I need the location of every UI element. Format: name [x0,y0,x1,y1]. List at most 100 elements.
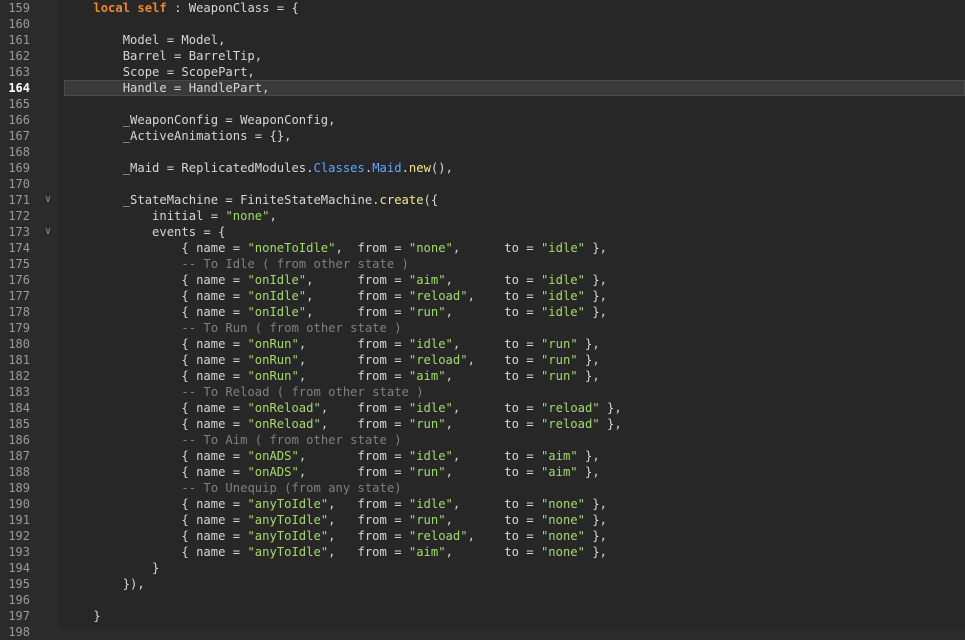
token-str: "anyToIdle" [247,497,329,511]
token: }, [585,497,608,511]
token-str: "aim" [540,449,578,463]
token: { name = [64,241,248,255]
code-line[interactable]: 189 -- To Unequip (from any state) [0,480,965,496]
fold-chevron-icon[interactable]: ∨ [42,192,54,208]
code-text: { name = "anyToIdle", from = "aim", to =… [64,544,607,560]
code-line[interactable]: 172 initial = "none", [0,208,965,224]
code-line[interactable]: 167 _ActiveAnimations = {}, [0,128,965,144]
token-str: "run" [540,369,578,383]
code-text: { name = "noneToIdle", from = "none", to… [64,240,607,256]
line-number: 163 [8,65,30,79]
code-line[interactable]: 171 ∨ _StateMachine = FiniteStateMachine.… [0,192,965,208]
code-text: { name = "onReload", from = "idle", to =… [64,400,621,416]
code-line[interactable]: 182 { name = "onRun", from = "aim", to =… [0,368,965,384]
token: { name = [64,353,248,367]
code-line[interactable]: 184 { name = "onReload", from = "idle", … [0,400,965,416]
token: _StateMachine = FiniteStateMachine. [64,193,380,207]
code-line[interactable]: 187 { name = "onADS", from = "idle", to … [0,448,965,464]
code-line[interactable]: 197 } [0,608,965,624]
line-number: 189 [8,481,30,495]
token: { name = [64,513,248,527]
fold-chevron-icon[interactable]: ∨ [42,224,54,240]
code-editor[interactable]: 159 local self : WeaponClass = {160 161 M… [0,0,965,639]
code-line[interactable]: 168 [0,144,965,160]
line-number: 164 [8,81,30,95]
token: , from = [298,369,409,383]
code-line[interactable]: 174 { name = "noneToIdle", from = "none"… [0,240,965,256]
token-str: "onIdle" [247,273,307,287]
token-cmt: -- To Idle ( from other state ) [181,257,409,271]
code-line[interactable]: 195 }), [0,576,965,592]
code-line[interactable]: 159 local self : WeaponClass = { [0,0,965,16]
code-text: _WeaponConfig = WeaponConfig, [64,112,336,128]
token: , from = [306,273,409,287]
token: { name = [64,289,248,303]
code-line[interactable]: 179 -- To Run ( from other state ) [0,320,965,336]
token: , to = [452,401,541,415]
code-line[interactable]: 180 { name = "onRun", from = "idle", to … [0,336,965,352]
code-text: { name = "onRun", from = "idle", to = "r… [64,336,599,352]
code-text: -- To Aim ( from other state ) [64,432,401,448]
code-line[interactable]: 173 ∨ events = { [0,224,965,240]
code-line[interactable]: 196 [0,592,965,608]
token: , from = [298,337,409,351]
code-line[interactable]: 188 { name = "onADS", from = "run", to =… [0,464,965,480]
code-line[interactable]: 191 { name = "anyToIdle", from = "run", … [0,512,965,528]
token: { name = [64,529,248,543]
line-number: 174 [8,241,30,255]
line-number: 186 [8,433,30,447]
line-number: 197 [8,609,30,623]
code-line[interactable]: 185 { name = "onReload", from = "run", t… [0,416,965,432]
token: }, [584,513,607,527]
token-str: "onIdle" [247,305,307,319]
code-line[interactable]: 163 Scope = ScopePart, [0,64,965,80]
code-line[interactable]: 169 _Maid = ReplicatedModules.Classes.Ma… [0,160,965,176]
token-str: "idle" [540,241,585,255]
token: , to = [452,241,541,255]
line-number: 191 [8,513,30,527]
code-text: { name = "onReload", from = "run", to = … [64,416,621,432]
code-line[interactable]: 160 [0,16,965,32]
code-line[interactable]: 194 } [0,560,965,576]
token: { name = [64,545,248,559]
line-number: 172 [8,209,30,223]
code-line[interactable]: 193 { name = "anyToIdle", from = "aim", … [0,544,965,560]
line-number: 187 [8,449,30,463]
code-line[interactable]: 176 { name = "onIdle", from = "aim", to … [0,272,965,288]
code-line[interactable]: 190 { name = "anyToIdle", from = "idle",… [0,496,965,512]
code-text: -- To Run ( from other state ) [64,320,401,336]
code-text: { name = "onRun", from = "reload", to = … [64,352,599,368]
code-line[interactable]: 175 -- To Idle ( from other state ) [0,256,965,272]
code-line[interactable]: 186 -- To Aim ( from other state ) [0,432,965,448]
code-text: -- To Idle ( from other state ) [64,256,409,272]
code-line[interactable]: 162 Barrel = BarrelTip, [0,48,965,64]
token: , from = [306,289,409,303]
code-text: { name = "onIdle", from = "aim", to = "i… [64,272,607,288]
line-number: 184 [8,401,30,415]
code-line[interactable]: 183 -- To Reload ( from other state ) [0,384,965,400]
token: } [64,609,101,623]
line-number: 188 [8,465,30,479]
token-cls: Maid [372,161,402,175]
token-str: "run" [540,337,578,351]
code-line[interactable]: 161 Model = Model, [0,32,965,48]
token: , to = [467,529,541,543]
token-str: "idle" [408,337,453,351]
token-str: "none" [540,545,585,559]
code-line[interactable]: 181 { name = "onRun", from = "reload", t… [0,352,965,368]
token: }, [584,273,607,287]
code-line[interactable]: 177 { name = "onIdle", from = "reload", … [0,288,965,304]
code-line[interactable]: 170 [0,176,965,192]
code-line[interactable]: 166 _WeaponConfig = WeaponConfig, [0,112,965,128]
token: Model = Model, [64,33,226,47]
token-str: "idle" [408,449,453,463]
code-line[interactable]: 178 { name = "onIdle", from = "run", to … [0,304,965,320]
token: _ActiveAnimations = {}, [64,129,292,143]
code-line[interactable]: 192 { name = "anyToIdle", from = "reload… [0,528,965,544]
code-text: initial = "none", [64,208,277,224]
code-line[interactable]: 165 [0,96,965,112]
code-line[interactable]: 164 Handle = HandlePart, [0,80,965,96]
code-text: { name = "onADS", from = "run", to = "ai… [64,464,599,480]
code-line[interactable]: 198 [0,624,965,640]
